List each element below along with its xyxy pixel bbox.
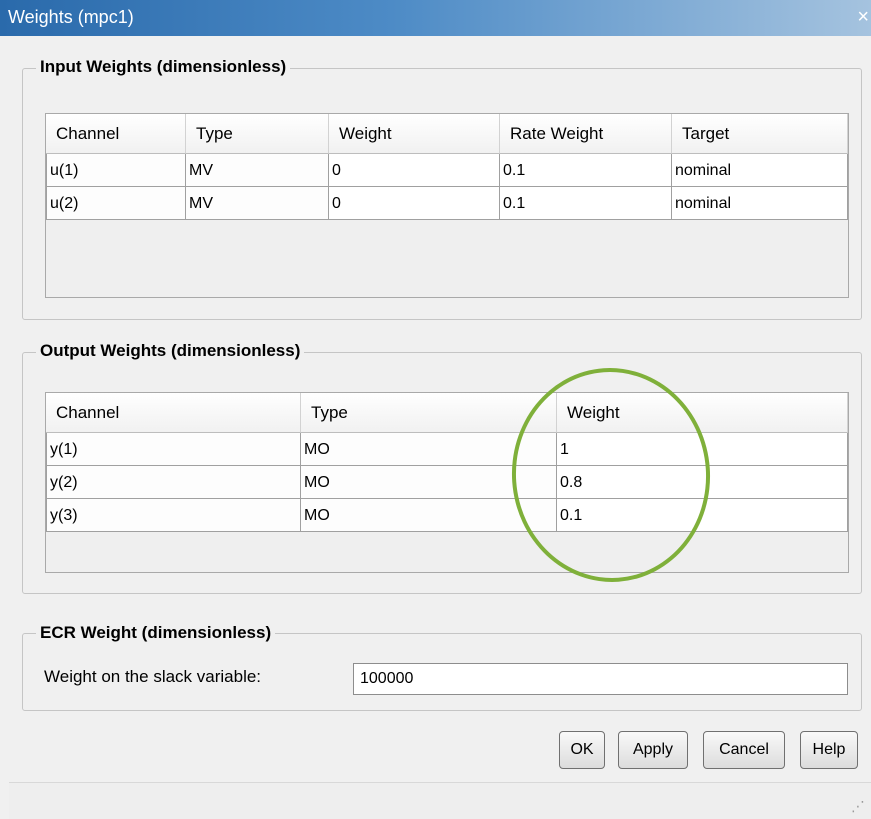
ecr-weight-legend: ECR Weight (dimensionless) [36,623,276,643]
column-header-rate-weight[interactable]: Rate Weight [500,114,672,154]
y3-weight-cell[interactable]: 0.1 [557,499,848,532]
y2-weight-cell[interactable]: 0.8 [557,466,848,499]
status-bar: ⋰ [9,782,871,819]
slack-weight-label: Weight on the slack variable: [44,667,262,686]
u1-channel-cell: u(1) [46,154,186,187]
y2-type-cell: MO [301,466,557,499]
column-header-channel[interactable]: Channel [46,393,301,433]
y1-weight-cell[interactable]: 1 [557,433,848,466]
u2-type-cell: MV [186,187,329,220]
apply-button[interactable]: Apply [618,731,688,769]
column-header-weight[interactable]: Weight [557,393,848,433]
close-icon[interactable]: × [857,6,869,29]
y1-type-cell: MO [301,433,557,466]
u2-rate-weight-cell[interactable]: 0.1 [500,187,672,220]
u2-weight-cell[interactable]: 0 [329,187,500,220]
slack-weight-input[interactable] [353,663,848,695]
u2-channel-cell: u(2) [46,187,186,220]
help-button[interactable]: Help [800,731,858,769]
u1-type-cell: MV [186,154,329,187]
u1-rate-weight-cell[interactable]: 0.1 [500,154,672,187]
column-header-type[interactable]: Type [301,393,557,433]
y1-channel-cell: y(1) [46,433,301,466]
u1-target-cell[interactable]: nominal [672,154,848,187]
y2-channel-cell: y(2) [46,466,301,499]
output-weights-legend: Output Weights (dimensionless) [36,341,305,361]
ok-button[interactable]: OK [559,731,605,769]
u1-weight-cell[interactable]: 0 [329,154,500,187]
column-header-weight[interactable]: Weight [329,114,500,154]
resize-grip-icon[interactable]: ⋰ [851,799,865,813]
column-header-type[interactable]: Type [186,114,329,154]
input-weights-table: Channel Type Weight Rate Weight Target u… [45,113,849,298]
y3-type-cell: MO [301,499,557,532]
title-bar: Weights (mpc1) × [0,0,871,36]
column-header-channel[interactable]: Channel [46,114,186,154]
output-weights-table: Channel Type Weight y(1) MO 1 y(2) MO 0.… [45,392,849,573]
cancel-button[interactable]: Cancel [703,731,785,769]
column-header-target[interactable]: Target [672,114,848,154]
y3-channel-cell: y(3) [46,499,301,532]
window-title: Weights (mpc1) [8,7,134,27]
input-weights-legend: Input Weights (dimensionless) [36,57,291,77]
u2-target-cell[interactable]: nominal [672,187,848,220]
